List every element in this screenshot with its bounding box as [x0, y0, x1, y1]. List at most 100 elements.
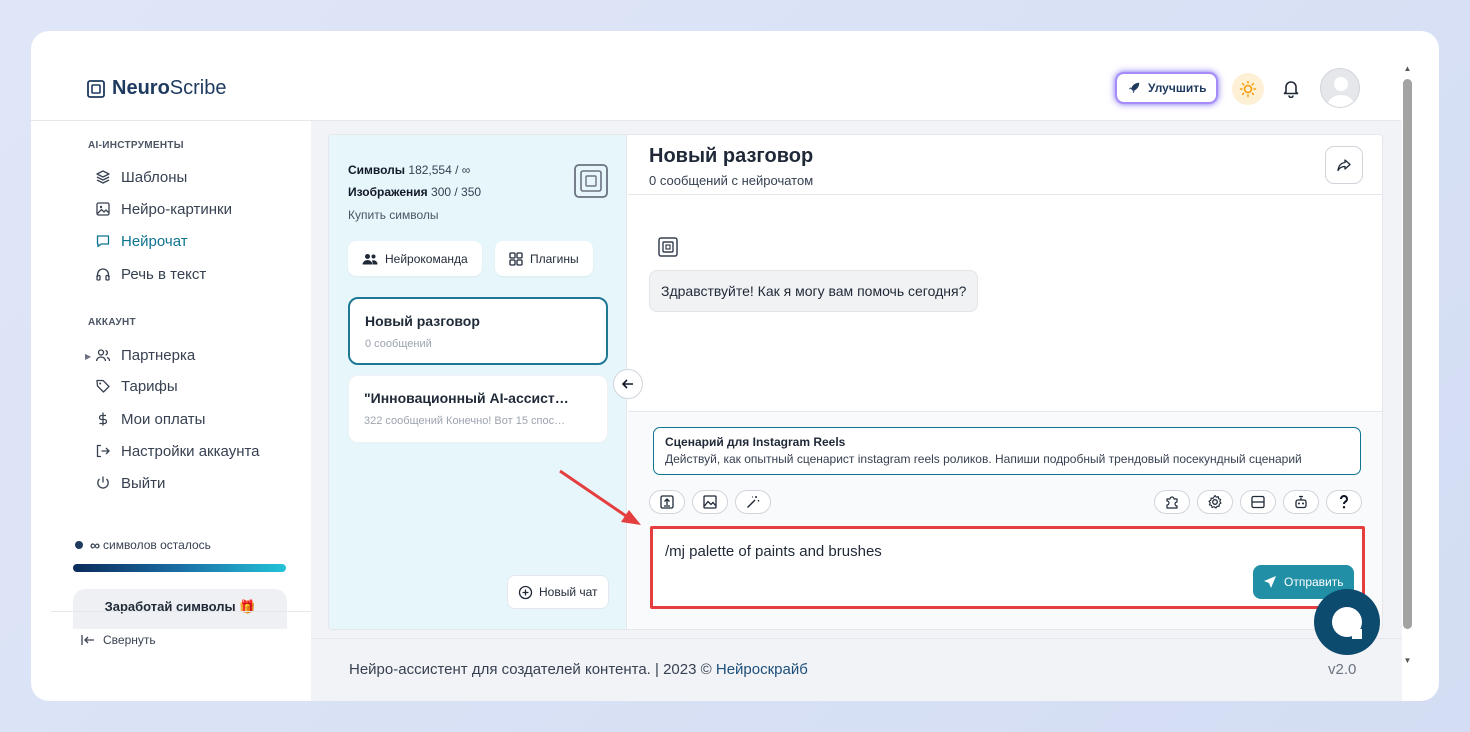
- bell-icon: [1283, 81, 1299, 98]
- collapse-label: Свернуть: [103, 633, 156, 647]
- message-input[interactable]: [665, 543, 1225, 560]
- page-scrollbar[interactable]: [1403, 79, 1412, 629]
- new-chat-button[interactable]: Новый чат: [507, 575, 609, 609]
- help-button[interactable]: [1326, 490, 1362, 514]
- symbols-left-label: символов осталось: [102, 538, 211, 552]
- chat-item-title: "Инновационный AI-ассист…: [364, 390, 569, 406]
- plus-circle-icon: [518, 585, 533, 599]
- sidebar-item-neurochat[interactable]: Нейрочат: [95, 229, 188, 253]
- chat-panel: Символы 182,554 / ∞ Изображения 300 / 35…: [328, 134, 1383, 630]
- support-chat-widget[interactable]: [1314, 589, 1380, 655]
- neuroteam-button[interactable]: Нейрокоманда: [348, 241, 482, 276]
- sidebar-item-partner[interactable]: Партнерка: [95, 343, 195, 367]
- settings-button[interactable]: [1197, 490, 1233, 514]
- status-dot: [75, 541, 83, 549]
- sun-icon: [1239, 80, 1257, 98]
- image-attach-button[interactable]: [692, 490, 728, 514]
- sidebar-item-neuro-images[interactable]: Нейро-картинки: [95, 197, 232, 221]
- robot-icon: [1295, 495, 1307, 509]
- sidebar-item-logout[interactable]: Выйти: [95, 471, 165, 495]
- user-icon: [1327, 77, 1355, 107]
- user-avatar[interactable]: [1320, 68, 1360, 108]
- chat-item-active[interactable]: Новый разговор 0 сообщений: [348, 297, 608, 365]
- selected-template-card[interactable]: Сценарий для Instagram Reels Действуй, к…: [653, 427, 1361, 475]
- theme-toggle[interactable]: [1232, 73, 1264, 105]
- top-header: Neuro Scribe Улучшить: [31, 31, 1401, 121]
- dollar-icon: [98, 412, 108, 426]
- sidebar-item-label: Тарифы: [121, 377, 178, 395]
- plugins-label: Плагины: [530, 251, 579, 266]
- bot-logo-icon: [658, 237, 678, 257]
- collapse-button[interactable]: Свернуть: [81, 633, 156, 647]
- earn-symbols-button[interactable]: Заработай символы 🎁: [73, 589, 287, 629]
- share-button[interactable]: [1325, 146, 1363, 184]
- sidebar-item-account-settings[interactable]: Настройки аккаунта: [95, 439, 260, 463]
- login-icon: [96, 444, 110, 458]
- layout-button[interactable]: [1240, 490, 1276, 514]
- panel-icon: [1251, 495, 1265, 509]
- scroll-down-arrow[interactable]: ▼: [1403, 657, 1412, 665]
- sidebar: AI-ИНСТРУМЕНТЫ Шаблоны Нейро-картинки Не…: [31, 121, 313, 701]
- upload-icon: [660, 495, 674, 509]
- bot-button[interactable]: [1283, 490, 1319, 514]
- chat-item-subtitle: 322 сообщений Конечно! Вот 15 спос…: [364, 415, 566, 427]
- send-label: Отправить: [1284, 575, 1344, 589]
- notifications-button[interactable]: [1279, 76, 1303, 100]
- sidebar-item-templates[interactable]: Шаблоны: [95, 165, 187, 189]
- magic-wand-button[interactable]: [735, 490, 771, 514]
- footer-caption: Нейро-ассистент для создателей контента.…: [349, 661, 712, 678]
- image-icon: [703, 495, 717, 509]
- symbols-remaining: ∞ символов осталось: [75, 537, 211, 553]
- chat-list-panel: Символы 182,554 / ∞ Изображения 300 / 35…: [329, 135, 627, 629]
- plugins-button[interactable]: Плагины: [495, 241, 593, 276]
- power-icon: [97, 476, 109, 489]
- chat-item-title: Новый разговор: [365, 313, 480, 329]
- chat-bubble-icon: [1332, 607, 1362, 639]
- expand-caret-icon[interactable]: ▶: [85, 352, 91, 361]
- layers-icon: [96, 170, 110, 184]
- share-icon: [1337, 159, 1351, 172]
- sidebar-item-tariffs[interactable]: Тарифы: [95, 374, 178, 398]
- sidebar-item-label: Нейро-картинки: [121, 200, 232, 218]
- template-title: Сценарий для Instagram Reels: [665, 435, 846, 449]
- toggle-chat-list-button[interactable]: [613, 369, 643, 399]
- upload-button[interactable]: [649, 490, 685, 514]
- assistant-message: Здравствуйте! Как я могу вам помочь сего…: [649, 270, 979, 312]
- footer-text: Нейро-ассистент для создателей контента.…: [349, 661, 808, 678]
- chat-item-subtitle: 0 сообщений: [365, 338, 432, 350]
- brand-rest: Scribe: [169, 77, 227, 99]
- plugin-button[interactable]: [1154, 490, 1190, 514]
- neuroteam-label: Нейрокоманда: [385, 251, 468, 266]
- chat-item[interactable]: "Инновационный AI-ассист… 322 сообщений …: [348, 375, 608, 443]
- send-icon: [1264, 576, 1276, 588]
- stack-logo-icon: [574, 164, 608, 198]
- chat-icon: [96, 235, 110, 248]
- logo-icon: [87, 79, 105, 98]
- new-chat-label: Новый чат: [539, 585, 598, 599]
- app-window: Neuro Scribe Улучшить ▲ ▼ AI-ИНСТРУМЕНТЫ …: [31, 31, 1439, 701]
- sidebar-divider: [51, 611, 313, 612]
- brand-logo[interactable]: Neuro Scribe: [86, 77, 227, 100]
- upgrade-button[interactable]: Улучшить: [1115, 72, 1219, 104]
- sidebar-item-label: Речь в текст: [121, 265, 207, 283]
- buy-symbols-link[interactable]: Купить символы: [348, 208, 439, 222]
- sidebar-item-payments[interactable]: Мои оплаты: [95, 407, 205, 431]
- grid-icon: [509, 251, 523, 266]
- sidebar-item-label: Настройки аккаунта: [121, 442, 260, 460]
- main-area: Символы 182,554 / ∞ Изображения 300 / 35…: [311, 121, 1402, 701]
- tag-icon: [96, 379, 110, 393]
- symbols-stat-label: Символы: [348, 163, 406, 177]
- sidebar-item-label: Шаблоны: [121, 168, 188, 186]
- footer-brand-link[interactable]: Нейроскрайб: [716, 661, 808, 678]
- users-icon: [95, 349, 111, 362]
- conversation-divider: [628, 194, 1382, 195]
- arrow-left-icon: [621, 379, 633, 389]
- collapse-icon: [81, 635, 94, 645]
- scroll-up-arrow[interactable]: ▲: [1403, 65, 1412, 73]
- symbols-left-value: ∞: [90, 537, 100, 553]
- symbols-stat: Символы 182,554 / ∞: [348, 163, 470, 177]
- sidebar-item-speech-to-text[interactable]: Речь в текст: [95, 262, 206, 286]
- upgrade-label: Улучшить: [1148, 81, 1207, 95]
- headphones-icon: [96, 268, 110, 281]
- images-stat-value: 300 / 350: [431, 185, 482, 199]
